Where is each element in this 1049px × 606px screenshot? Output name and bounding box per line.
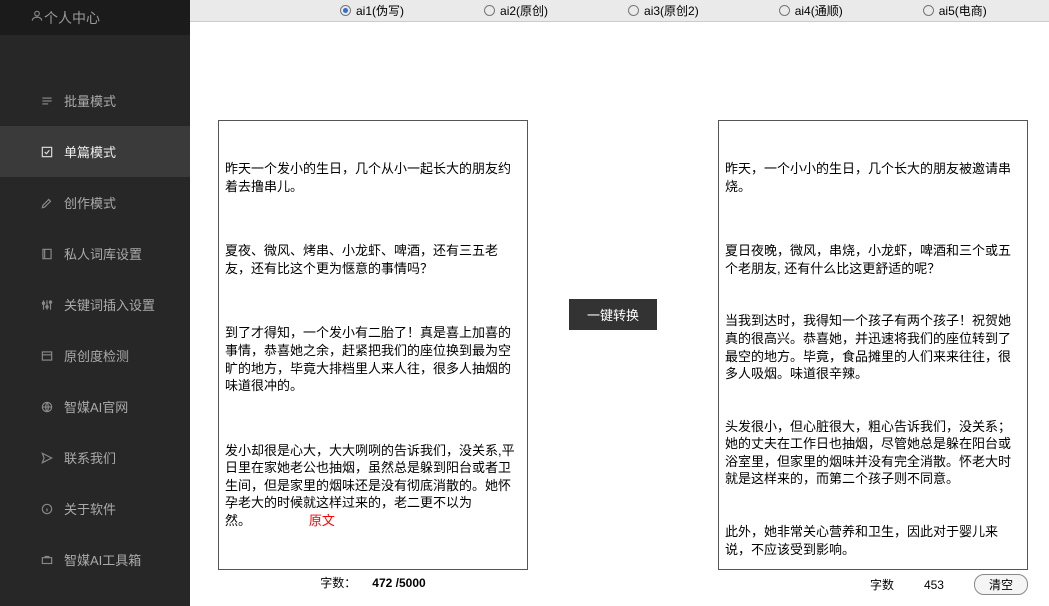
sidebar-item-label: 智媒AI工具箱 [64,550,141,569]
text-line: 此外，她非常关心营养和卫生，因此对于婴儿来说，不应该受到影响。 [725,523,1021,558]
text-line: 昨天一个发小的生日，几个从小一起长大的朋友约着去撸串儿。 [225,160,521,195]
text-line: 夏日夜晚，微风，串烧，小龙虾，啤酒和三个或五个老朋友, 还有什么比这更舒适的呢？ [725,242,1021,277]
check-icon [38,145,56,159]
sidebar-header: 个人中心 [0,0,190,35]
globe-icon [38,400,56,414]
count-value: 453 [924,578,944,592]
source-textarea[interactable]: 昨天一个发小的生日，几个从小一起长大的朋友约着去撸串儿。 夏夜、微风、烤串、小龙… [218,120,528,570]
sidebar-item-label: 创作模式 [64,193,116,212]
count-label: 字数： [320,574,356,591]
content: 昨天一个发小的生日，几个从小一起长大的朋友约着去撸串儿。 夏夜、微风、烤串、小龙… [190,22,1049,606]
middle-column: 一键转换 [528,32,698,596]
text-line: 发小却很是心大，大大咧咧的告诉我们，没关系,平日里在家她老公也抽烟，虽然总是躲到… [225,442,521,530]
sidebar-item-check[interactable]: 原创度检测 [0,330,190,381]
radio-icon [628,5,639,16]
sidebar-item-batch[interactable]: 批量模式 [0,75,190,126]
sidebar-item-tools[interactable]: 智媒AI工具箱 [0,534,190,585]
book-icon [38,247,56,261]
radio-icon [340,5,351,16]
source-column: 昨天一个发小的生日，几个从小一起长大的朋友约着去撸串儿。 夏夜、微风、烤串、小龙… [218,32,528,596]
sidebar-item-label: 联系我们 [64,448,116,467]
clear-button[interactable]: 清空 [974,574,1028,595]
source-label: 原文 [309,513,335,528]
result-textarea[interactable]: 昨天，一个小小的生日，几个长大的朋友被邀请串烧。 夏日夜晚，微风，串烧，小龙虾，… [718,120,1028,570]
result-counter: 字数 453 清空 [718,574,1028,595]
sidebar-item-label: 原创度检测 [64,346,129,365]
model-selector: ai1(伪写) ai2(原创) ai3(原创2) ai4(通顺) ai5(电商) [190,0,1049,22]
count-label: 字数 [870,576,894,593]
radio-ai4[interactable]: ai4(通顺) [779,2,843,19]
convert-button[interactable]: 一键转换 [569,299,657,330]
radio-label: ai5(电商) [939,2,987,19]
count-current: 472 [372,576,392,590]
sidebar-item-label: 关键词插入设置 [64,295,155,314]
count-max: /5000 [392,576,425,590]
radio-label: ai3(原创2) [644,2,699,19]
text-line: 到了才得知，一个发小有二胎了！真是喜上加喜的事情，恭喜她之余，赶紧把我们的座位换… [225,324,521,394]
text-line: 头发很小，但心脏很大，粗心告诉我们，没关系；她的丈夫在工作日也抽烟，尽管她总是躲… [725,418,1021,488]
sidebar-item-label: 私人词库设置 [64,244,142,263]
sidebar-item-label: 批量模式 [64,91,116,110]
send-icon [38,451,56,465]
sidebar-item-single[interactable]: 单篇模式 [0,126,190,177]
sidebar-item-website[interactable]: 智媒AI官网 [0,381,190,432]
sidebar-item-about[interactable]: 关于软件 [0,483,190,534]
source-counter: 字数： 472 /5000 [218,574,528,591]
main: ai1(伪写) ai2(原创) ai3(原创2) ai4(通顺) ai5(电商)… [190,0,1049,606]
user-icon [30,9,44,26]
sidebar-item-contact[interactable]: 联系我们 [0,432,190,483]
radio-icon [923,5,934,16]
sidebar-item-dict[interactable]: 私人词库设置 [0,228,190,279]
info-icon [38,502,56,516]
sidebar-item-label: 关于软件 [64,499,116,518]
radio-ai3[interactable]: ai3(原创2) [628,2,699,19]
settings-icon [38,298,56,312]
sidebar-item-label: 智媒AI官网 [64,397,128,416]
text-line: 昨天，一个小小的生日，几个长大的朋友被邀请串烧。 [725,160,1021,195]
sidebar-item-keyword[interactable]: 关键词插入设置 [0,279,190,330]
edit-icon [38,196,56,210]
radio-icon [484,5,495,16]
toolbox-icon [38,553,56,567]
radio-label: ai2(原创) [500,2,548,19]
radio-icon [779,5,790,16]
radio-ai2[interactable]: ai2(原创) [484,2,548,19]
sidebar: 个人中心 批量模式 单篇模式 创作模式 私人词库设置 关键词插入设置 原创度检测 [0,0,190,606]
radio-ai1[interactable]: ai1(伪写) [340,2,404,19]
result-column: 昨天，一个小小的生日，几个长大的朋友被邀请串烧。 夏日夜晚，微风，串烧，小龙虾，… [718,32,1028,596]
list-icon [38,94,56,108]
radio-ai5[interactable]: ai5(电商) [923,2,987,19]
sidebar-header-label: 个人中心 [44,8,100,28]
sidebar-item-create[interactable]: 创作模式 [0,177,190,228]
scan-icon [38,349,56,363]
sidebar-item-label: 单篇模式 [64,142,116,161]
radio-label: ai1(伪写) [356,2,404,19]
radio-label: ai4(通顺) [795,2,843,19]
text-line: 当我到达时，我得知一个孩子有两个孩子！祝贺她真的很高兴。恭喜她，并迅速将我们的座… [725,312,1021,382]
text-line: 夏夜、微风、烤串、小龙虾、啤酒，还有三五老友，还有比这个更为惬意的事情吗？ [225,242,521,277]
